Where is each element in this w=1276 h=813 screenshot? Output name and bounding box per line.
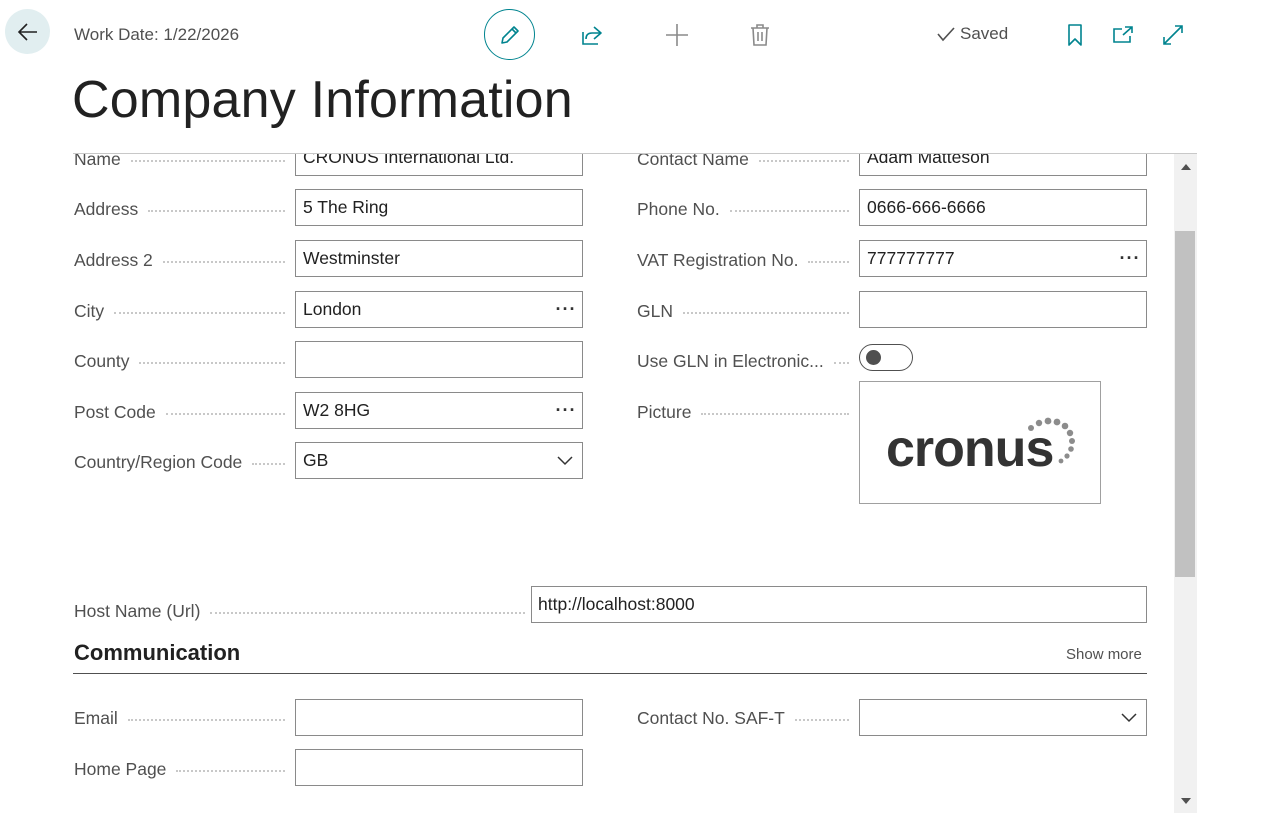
scroll-up-arrow[interactable]	[1174, 155, 1197, 179]
back-button[interactable]	[5, 9, 50, 54]
bookmark-button[interactable]	[1055, 15, 1095, 55]
name-field[interactable]: CRONUS International Ltd.	[295, 154, 583, 176]
caret-down-icon	[1180, 798, 1191, 804]
county-field[interactable]	[295, 341, 583, 378]
host-name-value: http://localhost:8000	[538, 594, 695, 614]
delete-button[interactable]	[740, 15, 780, 55]
picture-label: Picture	[637, 398, 849, 426]
contact-saft-dropdown[interactable]	[859, 699, 1147, 736]
general-section: Name CRONUS International Ltd. Address 5 Th…	[0, 154, 1174, 813]
home-page-field[interactable]	[295, 749, 583, 786]
phone-no-field[interactable]: 0666-666-6666	[859, 189, 1147, 226]
phone-no-label: Phone No.	[637, 195, 849, 223]
share-icon	[582, 26, 602, 45]
ellipsis-icon[interactable]: ···	[550, 400, 582, 421]
host-name-field[interactable]: http://localhost:8000	[531, 586, 1147, 623]
checkmark-icon	[937, 27, 955, 42]
home-page-label: Home Page	[74, 755, 285, 783]
address-2-field[interactable]: Westminster	[295, 240, 583, 277]
county-label: County	[74, 347, 285, 375]
plus-icon	[666, 24, 688, 46]
contact-name-value: Adam Matteson	[867, 154, 990, 167]
contact-saft-label: Contact No. SAF-T	[637, 704, 849, 732]
vat-registration-no-label: VAT Registration No.	[637, 246, 849, 274]
host-name-label: Host Name (Url)	[74, 592, 525, 630]
city-value: London	[303, 299, 362, 319]
ellipsis-icon[interactable]: ···	[1114, 248, 1146, 269]
email-field[interactable]	[295, 699, 583, 736]
edit-button[interactable]	[484, 9, 535, 60]
contact-name-field[interactable]: Adam Matteson	[859, 154, 1147, 176]
arrow-left-icon	[17, 22, 37, 41]
post-code-field[interactable]: W2 8HG ···	[295, 392, 583, 429]
vat-registration-no-value: 777777777	[867, 248, 955, 268]
expand-icon	[1163, 25, 1183, 45]
use-gln-in-electronic-toggle[interactable]	[859, 344, 913, 371]
gln-label: GLN	[637, 297, 849, 325]
city-label: City	[74, 297, 285, 325]
post-code-value: W2 8HG	[303, 400, 371, 420]
new-button[interactable]	[657, 15, 697, 55]
address-field[interactable]: 5 The Ring	[295, 189, 583, 226]
city-field[interactable]: London ···	[295, 291, 583, 328]
open-in-new-window-icon	[1113, 26, 1133, 43]
name-value: CRONUS International Ltd.	[303, 154, 515, 167]
page-title: Company Information	[72, 71, 573, 129]
scrollbar-thumb[interactable]	[1175, 231, 1195, 577]
saved-label: Saved	[960, 24, 1009, 43]
caret-up-icon	[1180, 164, 1191, 170]
use-gln-in-electronic-label: Use GLN in Electronic...	[637, 347, 849, 375]
toggle-knob	[866, 350, 881, 365]
country-region-code-value: GB	[303, 450, 329, 470]
communication-section-title: Communication	[74, 640, 241, 665]
show-more-link[interactable]: Show more	[1066, 646, 1142, 663]
trash-icon	[751, 24, 769, 46]
chevron-down-icon	[548, 455, 582, 466]
address-2-label: Address 2	[74, 246, 285, 274]
scroll-down-arrow[interactable]	[1174, 789, 1197, 813]
pencil-icon	[500, 25, 519, 44]
phone-no-value: 0666-666-6666	[867, 197, 986, 217]
company-picture[interactable]: cronus	[859, 381, 1101, 504]
gln-field[interactable]	[859, 291, 1147, 328]
communication-divider	[73, 673, 1147, 674]
expand-button[interactable]	[1153, 15, 1193, 55]
work-date: Work Date: 1/22/2026	[74, 25, 240, 44]
contact-name-label: Contact Name	[637, 154, 849, 173]
name-label: Name	[74, 154, 285, 173]
share-button[interactable]	[572, 15, 612, 55]
ellipsis-icon[interactable]: ···	[550, 299, 582, 320]
post-code-label: Post Code	[74, 398, 285, 426]
chevron-down-icon	[1112, 712, 1146, 723]
email-label: Email	[74, 704, 285, 732]
address-2-value: Westminster	[303, 248, 400, 268]
address-value: 5 The Ring	[303, 197, 389, 217]
country-region-code-label: Country/Region Code	[74, 448, 285, 476]
address-label: Address	[74, 195, 285, 223]
cronus-logo: cronus	[886, 417, 1075, 478]
saved-status: Saved	[936, 24, 1008, 44]
vat-registration-no-field[interactable]: 777777777 ···	[859, 240, 1147, 277]
bookmark-icon	[1068, 24, 1082, 46]
country-region-code-dropdown[interactable]: GB	[295, 442, 583, 479]
open-new-window-button[interactable]	[1103, 15, 1143, 55]
